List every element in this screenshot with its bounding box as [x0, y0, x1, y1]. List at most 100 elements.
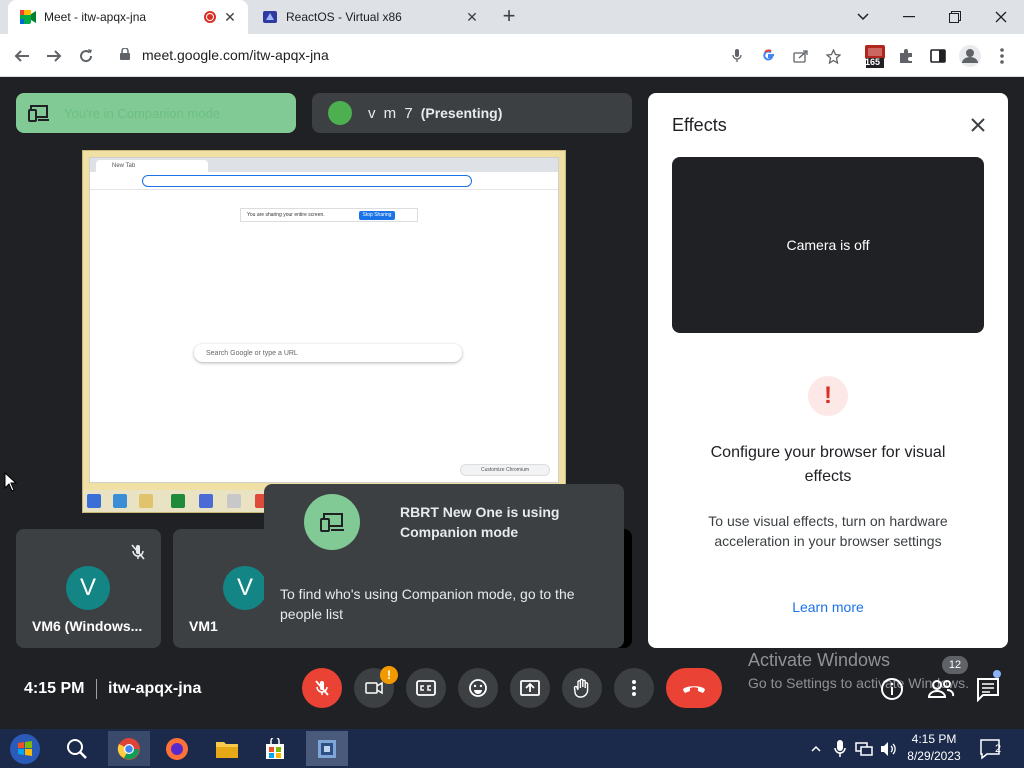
browser-toolbar: meet.google.com/itw-apqx-jna 165: [0, 34, 1024, 77]
participant-name: VM6 (Windows...: [32, 618, 143, 634]
people-count-badge: 12: [942, 656, 968, 674]
tab-reactos[interactable]: ReactOS - Virtual x86 ✕: [250, 0, 490, 34]
leave-call-button[interactable]: [666, 668, 722, 708]
new-tab-button[interactable]: +: [498, 5, 520, 28]
shared-address-bar: [142, 175, 472, 187]
bookmark-star-icon[interactable]: [824, 47, 842, 65]
chat-notification-dot: [993, 670, 1001, 678]
google-lens-icon[interactable]: [760, 47, 778, 65]
companion-pill-text: You're in Companion mode: [64, 105, 220, 121]
presenter-name: v m 7: [368, 104, 415, 122]
avatar: V: [66, 566, 110, 610]
windows-start-icon[interactable]: [6, 731, 44, 766]
meeting-code: itw-apqx-jna: [108, 680, 202, 697]
taskbar-date: 8/29/2023: [907, 749, 961, 763]
profile-avatar-icon[interactable]: [957, 43, 983, 69]
raise-hand-button[interactable]: [562, 668, 602, 708]
shared-toolbar: [90, 172, 558, 190]
avatar: V: [223, 566, 267, 610]
taskbar-clock[interactable]: 4:15 PM 8/29/2023: [904, 731, 964, 765]
show-hidden-icons-chevron-icon[interactable]: [806, 731, 826, 766]
browser-tab-strip: Meet - itw-apqx-jna ✕ ReactOS - Virtual …: [0, 0, 1024, 34]
mouse-cursor-icon: [4, 471, 18, 492]
microphone-icon[interactable]: [728, 47, 746, 65]
notification-center-icon[interactable]: 2: [972, 731, 1010, 766]
recording-indicator-icon: [204, 11, 216, 23]
warning-icon: !: [808, 376, 848, 416]
shared-browser-window: New Tab You are sharing your entire scre…: [89, 157, 559, 483]
close-tab-icon[interactable]: ✕: [222, 9, 238, 25]
participant-name: VM1: [189, 618, 218, 634]
app-icon: [227, 494, 241, 508]
chrome-taskbar-icon[interactable]: [108, 731, 150, 766]
virtualbox-icon[interactable]: [306, 731, 348, 766]
effects-title: Effects: [672, 115, 727, 135]
close-window-button[interactable]: [978, 0, 1024, 34]
customize-button: Customize Chromium: [460, 464, 550, 476]
taskbar-time: 4:15 PM: [911, 732, 957, 746]
watermark-line1: Activate Windows: [748, 650, 891, 670]
companion-toast-body: To find who's using Companion mode, go t…: [264, 560, 624, 648]
start-icon: [87, 494, 101, 508]
effects-description: To use visual effects, turn on hardware …: [708, 513, 948, 549]
effects-panel: Effects Camera is off ! Configure your b…: [648, 93, 1008, 648]
reactos-icon: [262, 9, 278, 25]
back-button[interactable]: [9, 43, 35, 69]
people-icon[interactable]: [926, 676, 956, 702]
side-panel-icon[interactable]: [925, 43, 951, 69]
google-meet-icon: [20, 9, 36, 25]
present-screen-button[interactable]: [510, 668, 550, 708]
shared-screen[interactable]: New Tab You are sharing your entire scre…: [82, 150, 566, 513]
stop-sharing-button: Stop Sharing: [359, 211, 395, 220]
companion-toast-icon: [304, 494, 360, 550]
camera-status: Camera is off: [786, 237, 870, 253]
tab-title: ReactOS - Virtual x86: [286, 10, 402, 24]
reload-button[interactable]: [73, 43, 99, 69]
restore-button[interactable]: [932, 0, 978, 34]
captions-button[interactable]: [406, 668, 446, 708]
camera-warning-badge: !: [380, 666, 398, 684]
extension-calendar-icon[interactable]: 165: [862, 43, 888, 69]
companion-mode-pill[interactable]: You're in Companion mode: [16, 93, 296, 133]
app-icon: [199, 494, 213, 508]
firefox-icon[interactable]: [158, 731, 196, 766]
chrome-menu-icon[interactable]: [989, 43, 1015, 69]
mic-off-button[interactable]: [302, 668, 342, 708]
search-icon[interactable]: [58, 731, 96, 766]
extensions-puzzle-icon[interactable]: [893, 43, 919, 69]
presenting-label: (Presenting): [420, 105, 503, 121]
presenter-bar[interactable]: v m 7 (Presenting): [312, 93, 632, 133]
microphone-tray-icon[interactable]: [829, 731, 851, 766]
more-options-button[interactable]: [614, 668, 654, 708]
close-effects-button[interactable]: [966, 114, 990, 138]
participant-tile[interactable]: V VM6 (Windows...: [16, 529, 161, 648]
sharing-notice-text: You are sharing your entire screen.: [247, 212, 325, 218]
network-icon[interactable]: [853, 731, 875, 766]
shared-tab-strip: New Tab: [90, 158, 558, 172]
tab-search-chevron-icon[interactable]: [840, 0, 886, 34]
notification-count: 2: [995, 743, 1002, 755]
tab-meet[interactable]: Meet - itw-apqx-jna ✕: [8, 0, 248, 34]
close-tab-icon[interactable]: ✕: [464, 9, 480, 25]
meeting-details-info-icon[interactable]: [879, 676, 905, 702]
meet-control-bar: 4:15 PM itw-apqx-jna ! Activate Windows …: [0, 648, 1024, 729]
folder-icon: [139, 494, 153, 508]
address-bar[interactable]: meet.google.com/itw-apqx-jna: [108, 40, 848, 70]
minimize-button[interactable]: [886, 0, 932, 34]
file-explorer-icon[interactable]: [208, 731, 246, 766]
chat-icon[interactable]: [975, 676, 1001, 703]
extension-badge: 165: [865, 57, 881, 67]
tab-title: Meet - itw-apqx-jna: [44, 10, 147, 24]
forward-button[interactable]: [41, 43, 67, 69]
share-icon[interactable]: [792, 47, 810, 65]
volume-icon[interactable]: [877, 731, 901, 766]
url-text: meet.google.com/itw-apqx-jna: [142, 47, 329, 63]
lock-icon[interactable]: [120, 46, 132, 63]
companion-toast-title: RBRT New One is using Companion mode: [400, 504, 560, 540]
microsoft-store-icon[interactable]: [256, 731, 294, 766]
shared-tab: New Tab: [96, 160, 208, 172]
emoji-reactions-button[interactable]: [458, 668, 498, 708]
effects-heading: Configure your browser for visual effect…: [710, 444, 946, 485]
learn-more-link[interactable]: Learn more: [688, 599, 968, 615]
excel-icon: [171, 494, 185, 508]
